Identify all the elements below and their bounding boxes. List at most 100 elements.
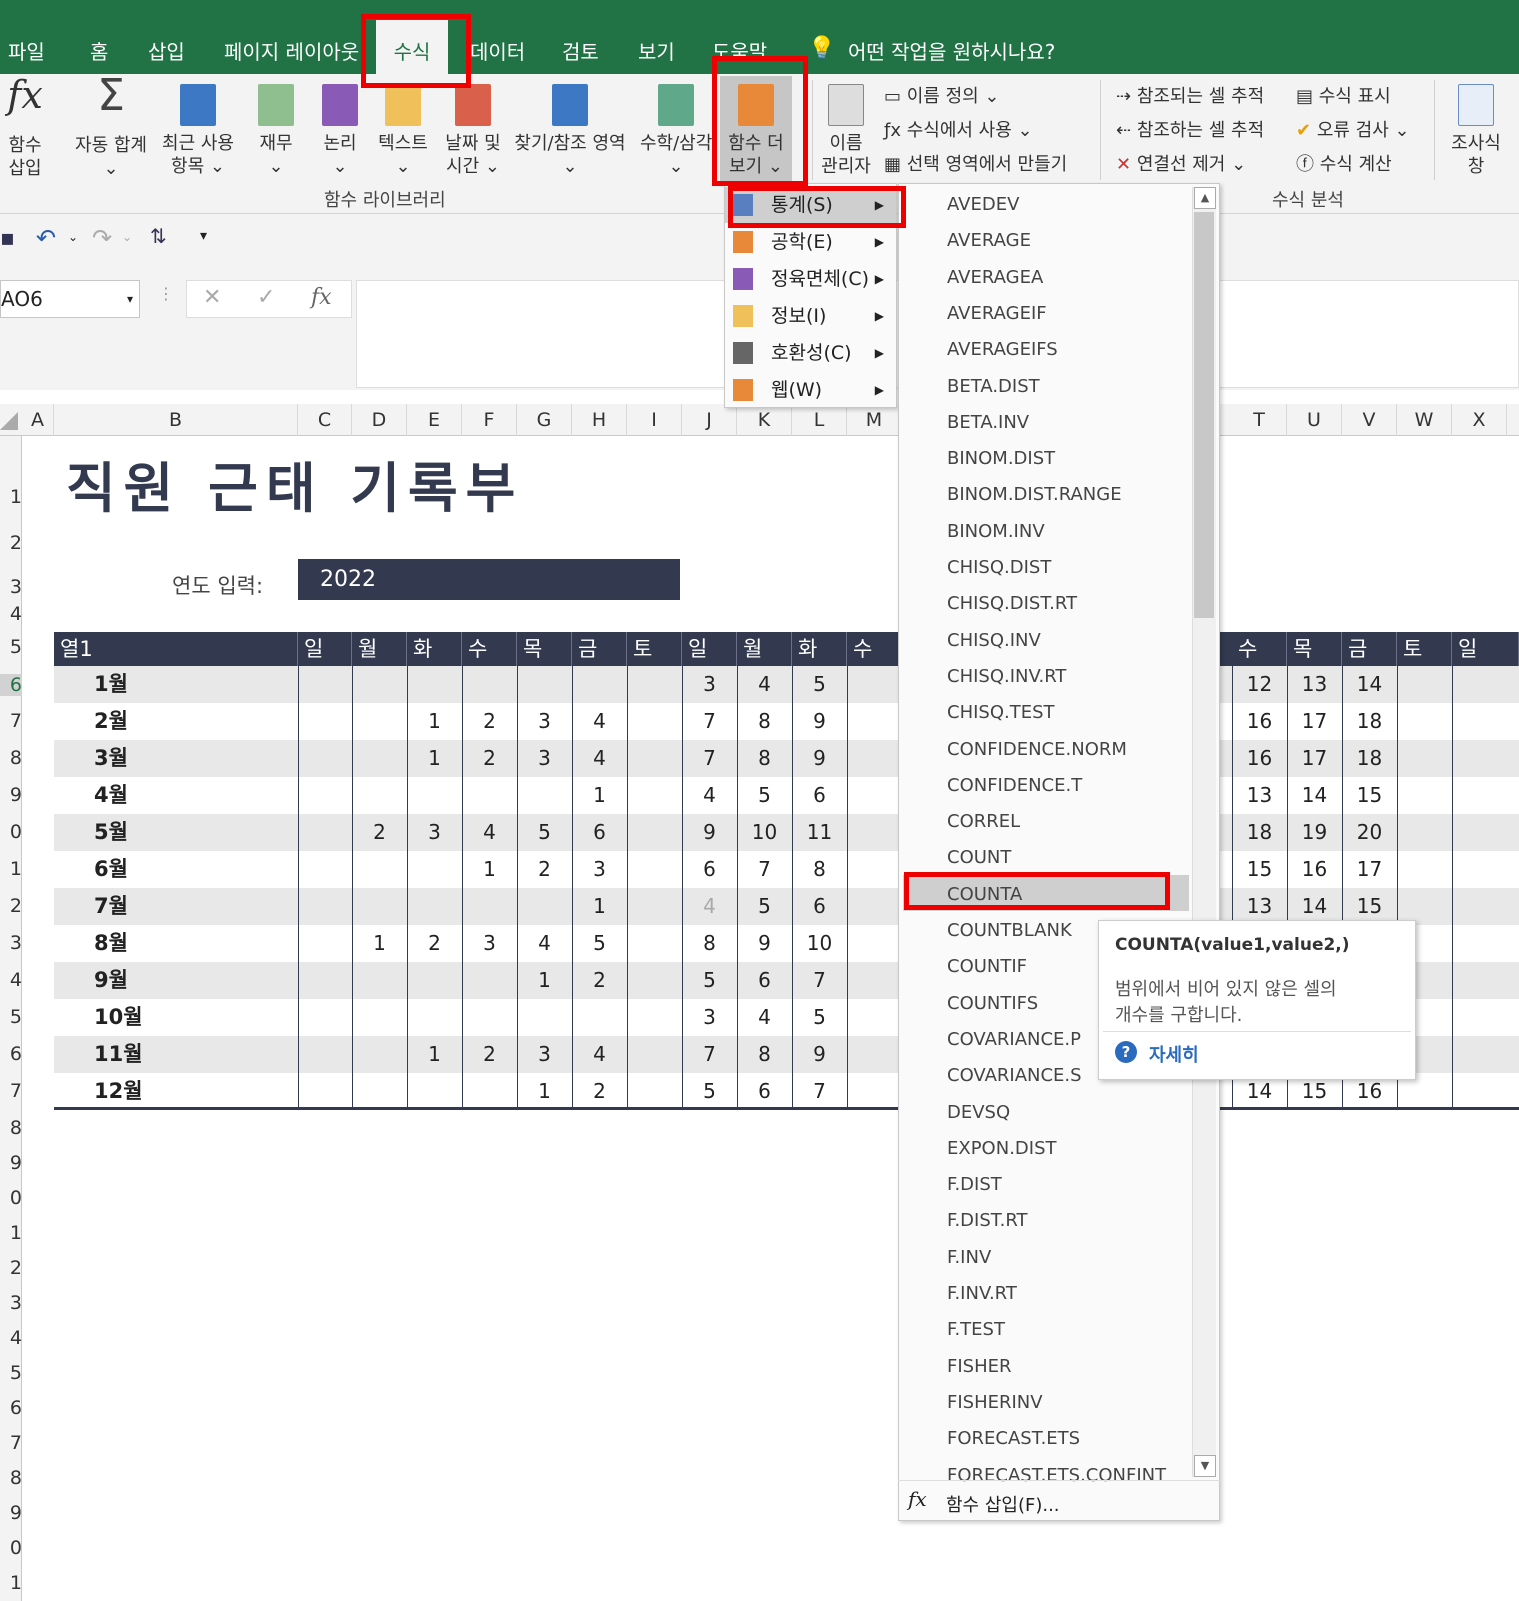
day-cell[interactable] [352, 777, 407, 814]
day-cell[interactable]: 3 [682, 666, 737, 703]
day-cell[interactable] [1397, 740, 1452, 777]
day-cell[interactable] [1452, 1073, 1507, 1110]
col-header[interactable]: D [352, 404, 407, 436]
day-cell[interactable] [572, 666, 627, 703]
day-cell[interactable] [407, 999, 462, 1036]
function-item-devsq[interactable]: DEVSQ [947, 1102, 1010, 1123]
row-header[interactable]: 2 [0, 895, 22, 917]
col-header[interactable]: U [1287, 404, 1342, 436]
day-cell[interactable] [352, 703, 407, 740]
day-cell[interactable]: 20 [1342, 814, 1397, 851]
tab-help[interactable]: 도움말 [712, 36, 767, 65]
day-cell[interactable] [407, 962, 462, 999]
col-header[interactable]: A [22, 404, 54, 436]
day-cell[interactable]: 3 [517, 740, 572, 777]
day-cell[interactable]: 1 [407, 703, 462, 740]
day-cell[interactable]: 12 [1232, 666, 1287, 703]
row-header[interactable]: 9 [0, 1152, 22, 1174]
day-cell[interactable] [352, 962, 407, 999]
day-cell[interactable]: 1 [352, 925, 407, 962]
month-cell[interactable]: 5월 [94, 814, 128, 851]
month-cell[interactable]: 11월 [94, 1036, 143, 1073]
day-cell[interactable]: 3 [517, 703, 572, 740]
autosum-button[interactable]: Σ 자동 합계 ⌄ [72, 74, 150, 180]
day-cell[interactable]: 2 [517, 851, 572, 888]
col-header[interactable]: M [847, 404, 902, 436]
day-cell[interactable] [298, 1036, 353, 1073]
day-cell[interactable]: 18 [1342, 703, 1397, 740]
math-trig-button[interactable]: 수학/삼각 ⌄ [640, 84, 712, 178]
trace-dependents-button[interactable]: ⇠ 참조하는 셀 추적 [1116, 116, 1264, 142]
text-button[interactable]: 텍스트 ⌄ [376, 84, 430, 178]
day-cell[interactable]: 8 [737, 1036, 792, 1073]
error-checking-button[interactable]: ✔ 오류 검사 ⌄ [1296, 116, 1410, 142]
day-cell[interactable]: 10 [737, 814, 792, 851]
day-cell[interactable] [407, 1073, 462, 1110]
day-cell[interactable]: 9 [792, 1036, 847, 1073]
function-item-f-dist-rt[interactable]: F.DIST.RT [947, 1210, 1028, 1231]
row-header[interactable]: 7 [0, 710, 22, 732]
day-cell[interactable] [298, 1073, 353, 1110]
day-cell[interactable]: 1 [462, 851, 517, 888]
day-cell[interactable] [1452, 851, 1507, 888]
row-header[interactable]: 1 [0, 486, 22, 508]
insert-function-button[interactable]: fx 함수 삽입 [4, 76, 46, 180]
name-manager-button[interactable]: 이름 관리자 [816, 84, 876, 178]
day-cell[interactable]: 4 [572, 1036, 627, 1073]
day-cell[interactable] [1452, 962, 1507, 999]
trace-precedents-button[interactable]: ⇢ 참조되는 셀 추적 [1116, 82, 1264, 108]
sort-icon[interactable]: ⇅ [150, 224, 167, 248]
function-item-chisq-dist-rt[interactable]: CHISQ.DIST.RT [947, 593, 1077, 614]
day-cell[interactable]: 4 [517, 925, 572, 962]
menu-item-compatibility[interactable]: 호환성(C) ▶ [725, 335, 896, 371]
fx-icon[interactable]: fx [311, 285, 332, 310]
day-cell[interactable] [298, 740, 353, 777]
day-cell[interactable] [1397, 814, 1452, 851]
day-cell[interactable] [627, 740, 682, 777]
table-header-cell[interactable]: 일 [1452, 632, 1519, 666]
day-cell[interactable]: 4 [682, 888, 737, 925]
day-cell[interactable] [627, 888, 682, 925]
lookup-reference-button[interactable]: 찾기/참조 영역 ⌄ [510, 84, 630, 178]
day-cell[interactable]: 2 [462, 740, 517, 777]
day-cell[interactable]: 13 [1232, 777, 1287, 814]
day-cell[interactable] [517, 888, 572, 925]
day-cell[interactable]: 1 [572, 777, 627, 814]
day-cell[interactable]: 9 [792, 740, 847, 777]
day-cell[interactable] [407, 666, 462, 703]
day-cell[interactable]: 8 [682, 925, 737, 962]
row-header[interactable]: 9 [0, 784, 22, 806]
day-cell[interactable]: 1 [517, 962, 572, 999]
day-cell[interactable]: 3 [407, 814, 462, 851]
day-cell[interactable] [517, 999, 572, 1036]
day-cell[interactable]: 2 [572, 962, 627, 999]
day-cell[interactable]: 16 [1287, 851, 1342, 888]
tab-insert[interactable]: 삽입 [148, 36, 185, 65]
month-cell[interactable]: 9월 [94, 962, 128, 999]
more-functions-button[interactable]: 함수 더 보기 ⌄ [720, 76, 792, 182]
function-item-f-test[interactable]: F.TEST [947, 1319, 1005, 1340]
undo-icon[interactable]: ↶ [36, 224, 56, 252]
row-header[interactable]: 1 [0, 1222, 22, 1244]
day-cell[interactable] [517, 777, 572, 814]
day-cell[interactable] [627, 1036, 682, 1073]
customize-qat-icon[interactable]: ▾ [200, 228, 207, 244]
day-cell[interactable]: 5 [792, 666, 847, 703]
day-cell[interactable] [298, 814, 353, 851]
show-formulas-button[interactable]: ▤ 수식 표시 [1296, 82, 1391, 108]
function-item-fisherinv[interactable]: FISHERINV [947, 1392, 1043, 1413]
function-item-averageifs[interactable]: AVERAGEIFS [947, 339, 1058, 360]
col-header[interactable]: T [1232, 404, 1287, 436]
day-cell[interactable] [407, 851, 462, 888]
day-cell[interactable]: 4 [737, 666, 792, 703]
col-header[interactable]: H [572, 404, 627, 436]
day-cell[interactable]: 5 [517, 814, 572, 851]
day-cell[interactable]: 8 [737, 740, 792, 777]
scroll-down-icon[interactable]: ▼ [1194, 1455, 1216, 1477]
day-cell[interactable] [627, 777, 682, 814]
tab-file[interactable]: 파일 [8, 36, 45, 65]
day-cell[interactable] [517, 666, 572, 703]
row-header[interactable]: 1 [0, 858, 22, 880]
month-cell[interactable]: 1월 [94, 666, 128, 703]
table-header-cell[interactable]: 일 [682, 632, 737, 666]
